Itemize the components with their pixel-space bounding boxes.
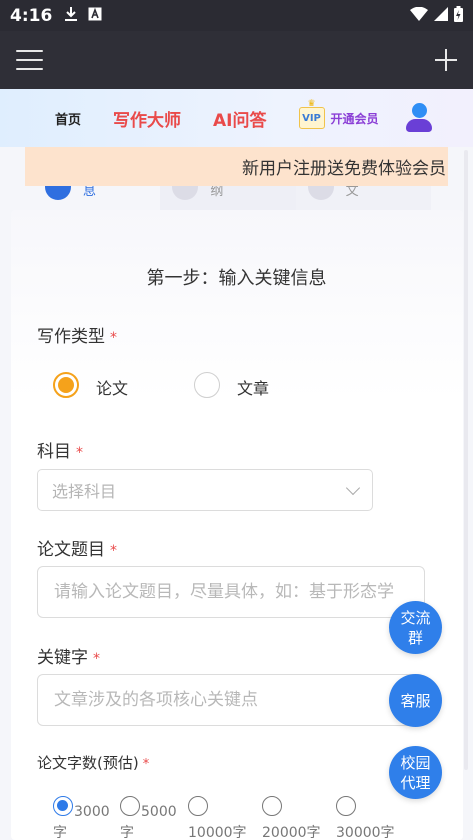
app-bar bbox=[0, 31, 473, 89]
nav-home[interactable]: 首页 bbox=[55, 109, 81, 128]
word-count-30000-radio[interactable] bbox=[336, 796, 356, 816]
a-badge-icon bbox=[88, 7, 102, 25]
step-tab-1[interactable]: 息 bbox=[25, 186, 161, 210]
subject-placeholder: 选择科目 bbox=[52, 482, 117, 501]
vip-crown-icon: VIP bbox=[298, 99, 325, 129]
status-bar: 4:16 bbox=[0, 0, 473, 31]
vip-button[interactable]: VIP 开通会员 bbox=[298, 99, 379, 129]
customer-service-label: 客服 bbox=[400, 691, 431, 710]
hamburger-icon[interactable] bbox=[16, 50, 43, 70]
writing-type-label-text: 写作类型 bbox=[37, 327, 105, 347]
required-mark: * bbox=[142, 757, 150, 772]
paper-title-field[interactable] bbox=[37, 566, 425, 618]
paper-title-label-text: 论文题目 bbox=[37, 540, 105, 560]
word-count-label-text: 论文字数(预估) bbox=[37, 754, 139, 772]
step-2-label: 纲 bbox=[210, 186, 224, 199]
chevron-down-icon bbox=[345, 480, 361, 495]
promo-banner[interactable]: 新用户注册送免费体验会员 bbox=[25, 147, 448, 186]
subject-select[interactable]: 选择科目 bbox=[37, 469, 373, 511]
subject-label: 科目 * bbox=[37, 437, 83, 462]
step-tab-2[interactable]: 纲 bbox=[160, 186, 296, 210]
writing-type-paper-radio[interactable] bbox=[53, 372, 79, 398]
scrollbar[interactable] bbox=[464, 150, 468, 770]
step-tabs: 息 纲 文 bbox=[25, 186, 431, 210]
signal-icon bbox=[434, 6, 448, 25]
word-count-label: 论文字数(预估) * bbox=[37, 752, 149, 773]
writing-type-paper-label[interactable]: 论文 bbox=[96, 375, 128, 399]
form-card bbox=[11, 210, 463, 840]
download-icon bbox=[64, 6, 78, 26]
step-2-dot bbox=[172, 186, 199, 200]
step-tab-3[interactable]: 文 bbox=[295, 186, 431, 210]
subject-label-text: 科目 bbox=[37, 442, 71, 462]
campus-agent-label: 校园代理 bbox=[400, 753, 431, 792]
required-mark: * bbox=[93, 651, 100, 667]
nav-writing-master[interactable]: 写作大师 bbox=[113, 106, 181, 131]
user-avatar-icon[interactable] bbox=[405, 103, 433, 133]
campus-agent-button[interactable]: 校园代理 bbox=[389, 746, 442, 799]
word-count-5000-label[interactable]: 5000字 bbox=[120, 802, 178, 840]
writing-type-article-radio[interactable] bbox=[194, 372, 220, 398]
header-nav: 首页 写作大师 AI问答 VIP 开通会员 bbox=[0, 89, 473, 147]
nav-ai-qa[interactable]: AI问答 bbox=[213, 106, 266, 131]
required-mark: * bbox=[76, 445, 83, 461]
status-time: 4:16 bbox=[10, 5, 53, 26]
word-count-30000-label[interactable]: 30000字 bbox=[336, 822, 395, 840]
paper-title-input[interactable] bbox=[54, 582, 408, 602]
keywords-label: 关键字 * bbox=[37, 643, 100, 668]
keywords-input[interactable] bbox=[54, 690, 408, 710]
word-count-10000-label[interactable]: 10000字 bbox=[188, 822, 247, 840]
wifi-icon bbox=[410, 6, 428, 25]
keywords-field[interactable] bbox=[37, 674, 425, 726]
chat-group-button[interactable]: 交流群 bbox=[389, 601, 442, 654]
required-mark: * bbox=[110, 543, 117, 559]
keywords-label-text: 关键字 bbox=[37, 648, 88, 668]
word-count-3000-label[interactable]: 3000字 bbox=[53, 802, 111, 840]
plus-icon[interactable] bbox=[435, 49, 457, 71]
word-count-20000-radio[interactable] bbox=[262, 796, 282, 816]
step-3-label: 文 bbox=[345, 186, 359, 199]
word-count-20000-label[interactable]: 20000字 bbox=[262, 822, 321, 840]
required-mark: * bbox=[110, 330, 117, 346]
step-1-dot bbox=[45, 186, 71, 200]
status-right-icons bbox=[410, 5, 463, 26]
writing-type-article-label[interactable]: 文章 bbox=[237, 375, 269, 399]
page-title: 第一步：输入关键信息 bbox=[146, 268, 327, 289]
promo-banner-text: 新用户注册送免费体验会员 bbox=[242, 159, 446, 179]
paper-title-label: 论文题目 * bbox=[37, 535, 117, 560]
chat-group-label: 交流群 bbox=[400, 608, 431, 647]
step-1-label: 息 bbox=[83, 186, 97, 199]
battery-icon bbox=[454, 5, 463, 26]
customer-service-button[interactable]: 客服 bbox=[389, 674, 442, 727]
vip-label: 开通会员 bbox=[330, 111, 379, 126]
writing-type-label: 写作类型 * bbox=[37, 322, 117, 347]
word-count-10000-radio[interactable] bbox=[188, 796, 208, 816]
step-3-dot bbox=[307, 186, 334, 200]
